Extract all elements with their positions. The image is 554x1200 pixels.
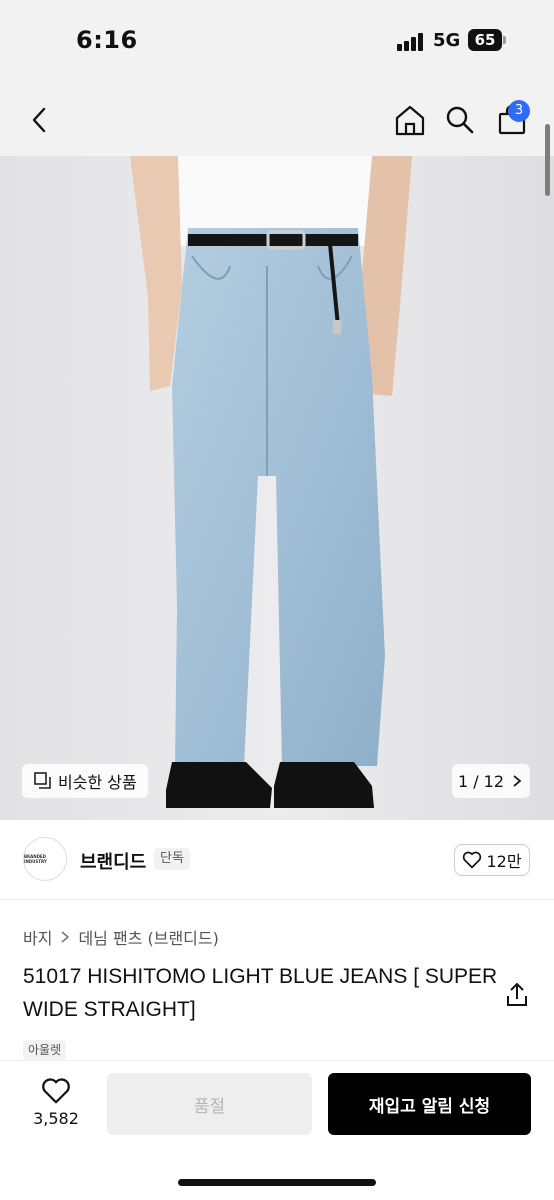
similar-products-label: 비슷한 상품	[58, 773, 137, 792]
home-indicator[interactable]	[178, 1179, 376, 1186]
product-image[interactable]	[0, 156, 554, 820]
breadcrumb-category[interactable]: 바지	[23, 925, 52, 949]
chevron-left-icon	[32, 107, 46, 133]
home-button[interactable]	[392, 102, 428, 138]
product-photo	[0, 156, 554, 820]
heart-icon	[42, 1078, 70, 1104]
scrollbar[interactable]	[545, 124, 550, 196]
brand-row: BRANDED INDUSTRY 브랜디드 단독 12만	[0, 820, 554, 900]
wishlist-count: 3,582	[33, 1109, 79, 1128]
brand-like-count: 12만	[486, 852, 522, 871]
copy-icon	[34, 772, 51, 789]
battery-icon: 65	[468, 29, 506, 51]
brand-like-button[interactable]: 12만	[454, 844, 530, 876]
outlet-badge: 아울렛	[23, 1040, 67, 1060]
share-icon	[507, 982, 527, 1006]
breadcrumb: 바지 데님 팬츠 (브랜디드)	[23, 925, 219, 949]
search-button[interactable]	[442, 102, 478, 138]
back-button[interactable]	[22, 102, 58, 138]
brand-logo[interactable]: BRANDED INDUSTRY	[23, 837, 67, 881]
image-page-counter[interactable]: 1 / 12	[452, 764, 530, 798]
share-button[interactable]	[504, 982, 530, 1008]
page-counter-text: 1 / 12	[457, 771, 505, 791]
chevron-right-icon	[61, 931, 70, 943]
chevron-right-icon	[513, 775, 522, 787]
status-bar: 6:16 5G 65	[0, 0, 554, 84]
top-nav	[0, 84, 554, 156]
product-title: 51017 HISHITOMO LIGHT BLUE JEANS [ SUPER…	[23, 965, 498, 1021]
status-time: 6:16	[76, 26, 138, 54]
network-label: 5G	[433, 30, 461, 51]
cart-count-badge: 3	[508, 100, 530, 122]
restock-alert-button[interactable]: 재입고 알림 신청	[328, 1073, 531, 1135]
battery-level: 65	[468, 29, 502, 51]
home-icon	[395, 105, 425, 136]
sold-out-button: 품절	[107, 1073, 312, 1135]
signal-icon	[397, 33, 427, 51]
breadcrumb-subcategory[interactable]: 데님 팬츠 (브랜디드)	[78, 925, 218, 949]
search-icon	[446, 106, 474, 134]
similar-products-button[interactable]: 비슷한 상품	[22, 764, 148, 798]
exclusive-badge: 단독	[154, 848, 190, 870]
wishlist-button[interactable]: 3,582	[22, 1073, 90, 1135]
heart-icon	[463, 851, 482, 869]
brand-name[interactable]: 브랜디드	[80, 848, 146, 874]
